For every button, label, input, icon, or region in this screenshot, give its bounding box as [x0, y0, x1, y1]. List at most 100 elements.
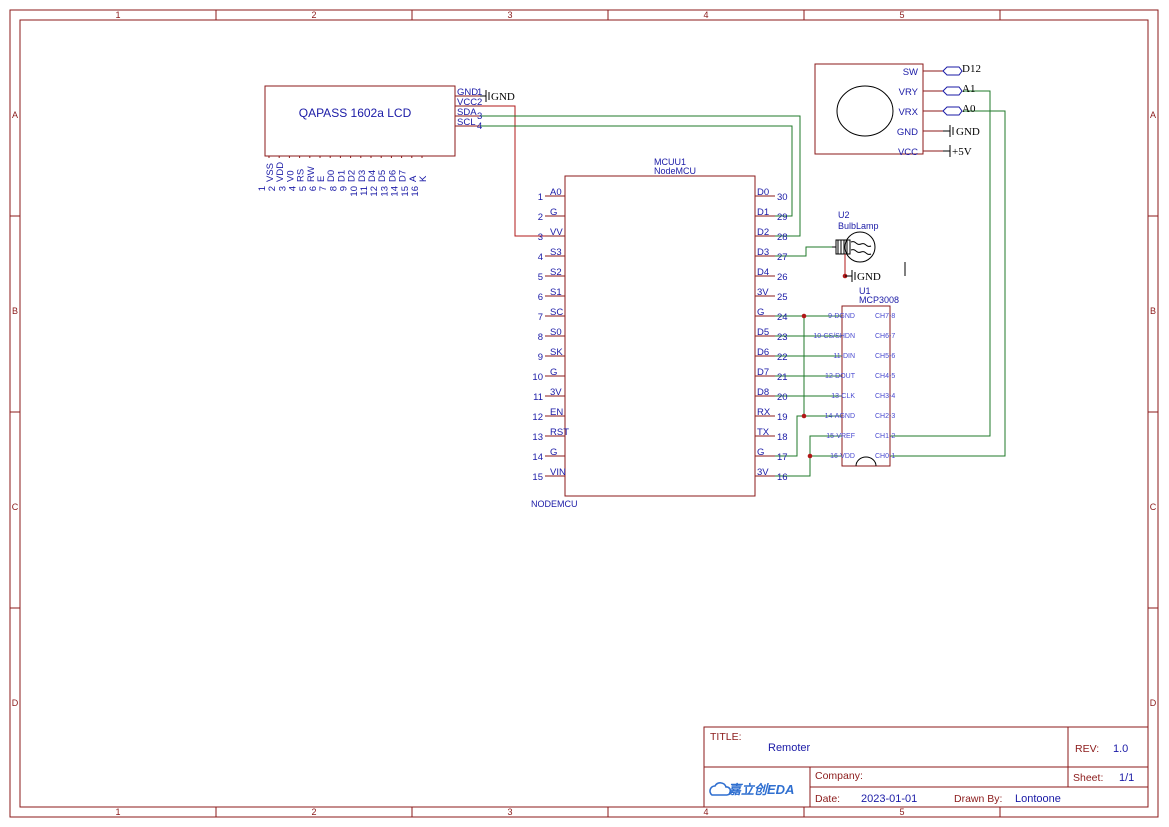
mcp-left-pin-label: 15-VREF [826, 433, 855, 440]
nodemcu-right-pin-label: D7 [757, 367, 769, 378]
nodemcu-footprint: NODEMCU [531, 499, 578, 509]
col-label-1-bottom: 1 [115, 807, 120, 817]
rev-label: REV: [1075, 743, 1099, 755]
row-label-d-left: D [12, 698, 19, 708]
nodemcu-left-pin-label: RST [550, 427, 569, 438]
nodemcu-left-pin-num: 6 [538, 292, 543, 303]
nodemcu-right-pin-num: 19 [777, 412, 788, 423]
mcp-right-pin-label: CH0-1 [875, 453, 895, 460]
joystick-pin-label: VRX [898, 107, 918, 118]
nodemcu-left-pin-label: EN [550, 407, 563, 418]
rev-value: 1.0 [1113, 743, 1128, 755]
nodemcu-left-pin-label: S1 [550, 287, 562, 298]
lcd-bottom-pin-label: K [418, 175, 429, 182]
title-label: TITLE: [710, 731, 742, 743]
mcp-left-pin-label: 12-DOUT [825, 373, 856, 380]
logo-text: 嘉立创EDA [727, 782, 794, 797]
lcd-pin-scl-label: SCL [457, 117, 475, 128]
joystick-pin-label: GND [897, 127, 918, 138]
joystick-pin-label: VCC [898, 147, 918, 158]
col-label-5-top: 5 [899, 10, 904, 20]
wire-agnd-to-g [803, 316, 842, 417]
mcp-right-pin-label: CH3-4 [875, 393, 895, 400]
nodemcu-right-pin-label: D0 [757, 187, 769, 198]
nodemcu-right-pin-num: 23 [777, 332, 788, 343]
mcp-right-pin-label: CH6-7 [875, 333, 895, 340]
nodemcu-left-pin-label: SK [550, 347, 563, 358]
joystick-pin-label: VRY [899, 87, 919, 98]
nodemcu-left-pin-label: VV [550, 227, 563, 238]
lcd-right-pins: GND VCC SDA SCL 1 2 3 4 [455, 87, 482, 132]
nodemcu-right-pin-num: 30 [777, 192, 788, 203]
lcd-component[interactable]: QAPASS 1602a LCD GND VCC SDA SCL 1 2 3 4… [257, 85, 515, 197]
lcd-pin-4-num: 4 [477, 121, 482, 132]
mcp3008-component[interactable]: U1 MCP3008 9-DGND10-CS/SHDN11-DIN12-DOUT… [813, 286, 899, 467]
nodemcu-right-pin-num: 20 [777, 392, 788, 403]
nodemcu-right-pin-num: 28 [777, 232, 788, 243]
nodemcu-left-pin-label: S3 [550, 247, 562, 258]
nodemcu-left-pin-num: 11 [533, 392, 543, 403]
nodemcu-right-pin-label: TX [757, 427, 770, 438]
mcp-body [841, 305, 891, 467]
row-label-d-right: D [1150, 698, 1157, 708]
nodemcu-left-pin-num: 8 [538, 332, 543, 343]
nodemcu-right-pin-label: D8 [757, 387, 769, 398]
net-port-icon [942, 86, 963, 96]
date-value: 2023-01-01 [861, 793, 917, 805]
nodemcu-right-pin-label: G [757, 307, 764, 318]
nodemcu-right-pin-label: D1 [757, 207, 769, 218]
joystick-net-label: D12 [962, 63, 981, 75]
title-block: TITLE: Remoter REV: 1.0 Company: Sheet: … [703, 726, 1149, 808]
col-label-1-top: 1 [115, 10, 120, 20]
nodemcu-right-pin-label: D5 [757, 327, 769, 338]
joystick-net-label: GND [956, 126, 980, 138]
nodemcu-left-pin-num: 13 [532, 432, 543, 443]
mcp-left-pin-label: 9-DGND [828, 313, 855, 320]
nodemcu-right-pin-label: D2 [757, 227, 769, 238]
row-label-c-left: C [12, 502, 19, 512]
joystick-net-label: A0 [962, 103, 976, 115]
nodemcu-right-pins: D0 30 D1 29 D2 28 D3 27 D4 26 3V 25 G 24 D5 23 D6 22 D7 21 D… [755, 187, 788, 483]
nodemcu-right-pin-label: D3 [757, 247, 769, 258]
bulb-gnd-label: GND [857, 271, 881, 283]
nodemcu-right-pin-label: G [757, 447, 764, 458]
bulb-value: BulbLamp [838, 221, 879, 231]
nodemcu-right-pin-num: 24 [777, 312, 788, 323]
row-label-b-right: B [1150, 306, 1156, 316]
mcp-left-pin-label: 14-AGND [825, 413, 855, 420]
nodemcu-right-pin-num: 26 [777, 272, 788, 283]
lcd-gnd-symbol: GND [480, 90, 515, 103]
nodemcu-component[interactable]: MCUU1 NodeMCU NODEMCU A01G2VV3S34S25S16S… [531, 157, 788, 509]
mcp-value: MCP3008 [859, 295, 899, 305]
col-label-2-top: 2 [311, 10, 316, 20]
schematic-sheet: 1 2 3 4 5 1 2 3 4 5 A B C D A B C D QAPA… [9, 9, 1159, 818]
bulb-component[interactable]: U2 BulbLamp GND [832, 210, 906, 283]
bulb-gnd-symbol: GND [845, 270, 881, 283]
row-label-a-right: A [1150, 110, 1156, 120]
nodemcu-left-pin-label: G [550, 367, 557, 378]
bulb-icon [832, 231, 876, 263]
nodemcu-left-pin-num: 1 [538, 192, 543, 203]
sheet-value: 1/1 [1119, 772, 1134, 784]
nodemcu-right-pin-num: 16 [777, 472, 788, 483]
sheet-label: Sheet: [1073, 772, 1103, 784]
joystick-pin-label: SW [903, 67, 918, 78]
nodemcu-left-pin-label: VIN [550, 467, 566, 478]
joystick-component[interactable]: SW D12 VRY A1 VRX A0 GND GND VCC +5V [814, 63, 981, 158]
lcd-bottom-pins: VSS1VDD2V03RS4RW5E6D07D18D29D310D411D512… [257, 156, 429, 197]
nodemcu-value: NodeMCU [654, 166, 696, 176]
nodemcu-body [564, 175, 756, 497]
nodemcu-left-pin-label: G [550, 447, 557, 458]
nodemcu-left-pins: A01G2VV3S34S25S16SC7S08SK9G103V11EN12RST… [532, 187, 569, 483]
nodemcu-left-pin-label: A0 [550, 187, 562, 198]
row-label-a-left: A [12, 110, 18, 120]
nodemcu-right-pin-label: 3V [757, 467, 769, 478]
nodemcu-right-pin-num: 27 [777, 252, 788, 263]
lcd-pin-2-num: 2 [477, 97, 482, 108]
nodemcu-right-pin-num: 22 [777, 352, 788, 363]
lcd-gnd-label: GND [491, 91, 515, 103]
nodemcu-left-pin-num: 4 [538, 252, 543, 263]
nodemcu-left-pin-label: S0 [550, 327, 562, 338]
company-label: Company: [815, 770, 863, 782]
nodemcu-left-pin-num: 14 [532, 452, 543, 463]
